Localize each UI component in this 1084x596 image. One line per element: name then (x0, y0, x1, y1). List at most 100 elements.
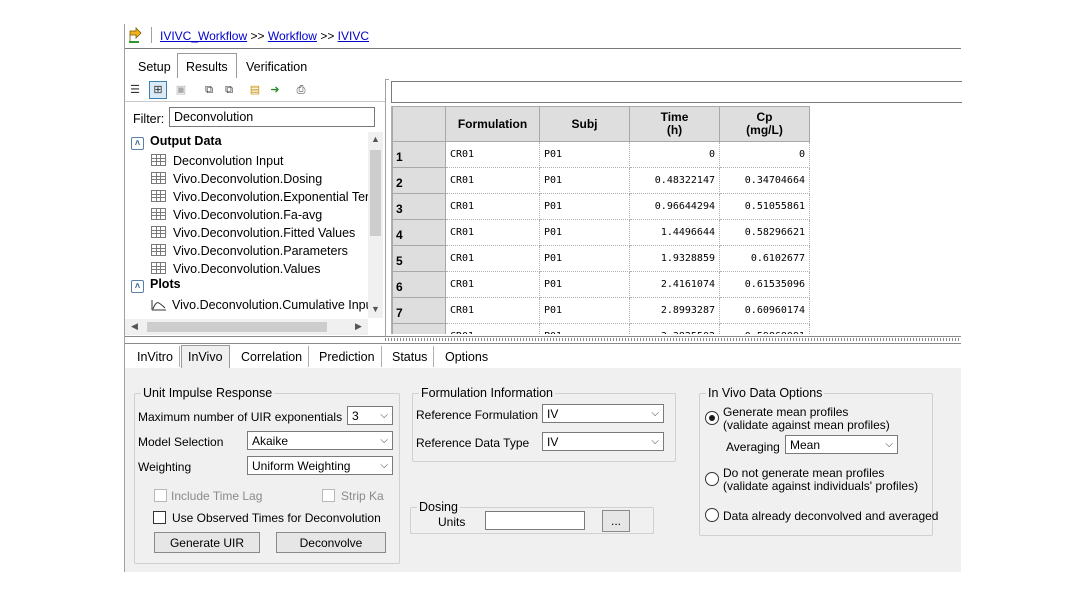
tab-invitro[interactable]: InVitro (131, 346, 180, 367)
cell-cp[interactable]: 0.51055861 (719, 193, 810, 220)
breadcrumb-link-workflow[interactable]: Workflow (268, 29, 317, 43)
cell-formulation[interactable]: CR01 (445, 193, 540, 220)
navigate-up-icon[interactable] (127, 27, 143, 43)
scrollbar-thumb[interactable] (147, 322, 327, 332)
cell-cp[interactable]: 0.61535096 (719, 271, 810, 298)
cell-time[interactable]: 1.9328859 (629, 245, 720, 272)
table-row[interactable]: 7 CR01 P01 2.8993287 0.60960174 (392, 297, 810, 324)
generate-mean-profiles-radio[interactable] (705, 411, 719, 425)
tree-view-icon[interactable]: ⊞ (149, 81, 167, 99)
panel-splitter[interactable] (125, 336, 961, 344)
scroll-left-icon[interactable]: ◀ (127, 321, 142, 332)
scrollbar-thumb[interactable] (370, 150, 381, 236)
cell-formulation[interactable]: CR01 (445, 141, 540, 168)
collapse-icon[interactable]: ˄ (131, 280, 144, 293)
row-header[interactable]: 6 (392, 271, 446, 298)
reference-formulation-select[interactable]: IV ⌵ (542, 404, 664, 423)
tab-invivo[interactable]: InVivo (181, 345, 230, 370)
tab-status[interactable]: Status (386, 346, 435, 367)
row-header[interactable]: 3 (392, 193, 446, 220)
row-header[interactable]: 5 (392, 245, 446, 272)
cell-formulation[interactable]: CR01 (445, 297, 540, 324)
print-icon[interactable]: ⎙ (293, 82, 309, 98)
tab-options[interactable]: Options (439, 346, 494, 367)
row-header[interactable]: 4 (392, 219, 446, 246)
list-view-icon[interactable]: ☰ (127, 82, 143, 98)
tree-item-exponential-terms[interactable]: Vivo.Deconvolution.Exponential Terr (151, 190, 368, 204)
model-selection-select[interactable]: Akaike ⌵ (247, 431, 393, 450)
cell-cp[interactable]: 0 (719, 141, 810, 168)
export-icon[interactable]: ➜ (267, 82, 283, 98)
tree-item-fitted-values[interactable]: Vivo.Deconvolution.Fitted Values (151, 226, 355, 240)
cell-time[interactable]: 2.8993287 (629, 297, 720, 324)
tab-verification[interactable]: Verification (237, 55, 316, 78)
tree-item-fa-avg[interactable]: Vivo.Deconvolution.Fa-avg (151, 208, 322, 222)
tree-group-plots[interactable]: ˄ Plots (131, 277, 181, 293)
cell-time[interactable]: 2.4161074 (629, 271, 720, 298)
deconvolve-button[interactable]: Deconvolve (276, 532, 386, 553)
table-row[interactable]: 3 CR01 P01 0.96644294 0.51055861 (392, 193, 810, 220)
cell-subj[interactable]: P01 (539, 271, 630, 298)
max-exponentials-select[interactable]: 3 ⌵ (347, 406, 393, 425)
cell-formulation[interactable]: CR01 (445, 219, 540, 246)
tab-correlation[interactable]: Correlation (235, 346, 310, 367)
tree-vertical-scrollbar[interactable]: ▲ ▼ (368, 132, 383, 318)
cell-formulation[interactable]: CR01 (445, 271, 540, 298)
cell-time[interactable]: 0.48322147 (629, 167, 720, 194)
cell-cp[interactable]: 0.60960174 (719, 297, 810, 324)
scroll-down-icon[interactable]: ▼ (368, 304, 383, 314)
table-row[interactable]: 8CR01P013.38255020.59868091 (392, 323, 810, 334)
data-grid[interactable]: Formulation Subj Time (h) Cp (mg/L) 1 CR01 P… (391, 106, 962, 334)
cell-cp[interactable]: 0.58296621 (719, 219, 810, 246)
table-row[interactable]: 4 CR01 P01 1.4496644 0.58296621 (392, 219, 810, 246)
cell-subj[interactable]: P01 (539, 219, 630, 246)
table-row[interactable]: 2 CR01 P01 0.48322147 0.34704664 (392, 167, 810, 194)
row-header[interactable]: 2 (392, 167, 446, 194)
weighting-select[interactable]: Uniform Weighting ⌵ (247, 456, 393, 475)
tree-horizontal-scrollbar[interactable]: ◀ ▶ (125, 319, 368, 335)
breadcrumb-link-ivivc[interactable]: IVIVC (338, 29, 369, 43)
tree-item-values[interactable]: Vivo.Deconvolution.Values (151, 262, 321, 276)
tree-item-dosing[interactable]: Vivo.Deconvolution.Dosing (151, 172, 322, 186)
dosing-browse-button[interactable]: ... (602, 510, 630, 532)
column-header-subj[interactable]: Subj (539, 106, 630, 142)
tree-item-parameters[interactable]: Vivo.Deconvolution.Parameters (151, 244, 348, 258)
generate-uir-button[interactable]: Generate UIR (154, 532, 260, 553)
scroll-up-icon[interactable]: ▲ (368, 134, 383, 144)
row-header[interactable]: 8 (392, 323, 446, 334)
tree-item-deconvolution-input[interactable]: Deconvolution Input (151, 154, 284, 168)
cell-subj[interactable]: P01 (539, 167, 630, 194)
tab-results[interactable]: Results (177, 53, 237, 78)
use-observed-times-checkbox[interactable] (153, 511, 166, 524)
no-mean-profiles-radio[interactable] (705, 472, 719, 486)
strip-ka-checkbox[interactable] (322, 489, 335, 502)
collapse-all-icon[interactable]: ⧉ (221, 82, 237, 98)
table-row[interactable]: 5 CR01 P01 1.9328859 0.6102677 (392, 245, 810, 272)
cell-time[interactable]: 1.4496644 (629, 219, 720, 246)
cell-time[interactable]: 0 (629, 141, 720, 168)
cell-formulation[interactable]: CR01 (445, 323, 540, 334)
filter-input[interactable] (169, 107, 375, 127)
expand-all-icon[interactable]: ⧉ (201, 82, 217, 98)
tab-prediction[interactable]: Prediction (313, 346, 382, 367)
tab-setup[interactable]: Setup (129, 55, 180, 78)
collapse-icon[interactable]: ˄ (131, 137, 144, 150)
cell-formulation[interactable]: CR01 (445, 245, 540, 272)
tree-group-output-data[interactable]: ˄ Output Data (131, 134, 222, 150)
column-header-formulation[interactable]: Formulation (445, 106, 540, 142)
cell-subj[interactable]: P01 (539, 193, 630, 220)
cell-subj[interactable]: P01 (539, 323, 630, 334)
cell-cp[interactable]: 0.34704664 (719, 167, 810, 194)
image-view-icon[interactable]: ▣ (173, 82, 189, 98)
cell-formulation[interactable]: CR01 (445, 167, 540, 194)
scroll-right-icon[interactable]: ▶ (351, 321, 366, 332)
table-row[interactable]: 6 CR01 P01 2.4161074 0.61535096 (392, 271, 810, 298)
cell-subj[interactable]: P01 (539, 297, 630, 324)
table-row[interactable]: 1 CR01 P01 0 0 (392, 141, 810, 168)
include-time-lag-checkbox[interactable] (154, 489, 167, 502)
copy-icon[interactable]: ▤ (247, 82, 263, 98)
dosing-units-input[interactable] (485, 511, 585, 530)
already-deconvolved-radio[interactable] (705, 508, 719, 522)
cell-time[interactable]: 3.3825502 (629, 323, 720, 334)
cell-time[interactable]: 0.96644294 (629, 193, 720, 220)
